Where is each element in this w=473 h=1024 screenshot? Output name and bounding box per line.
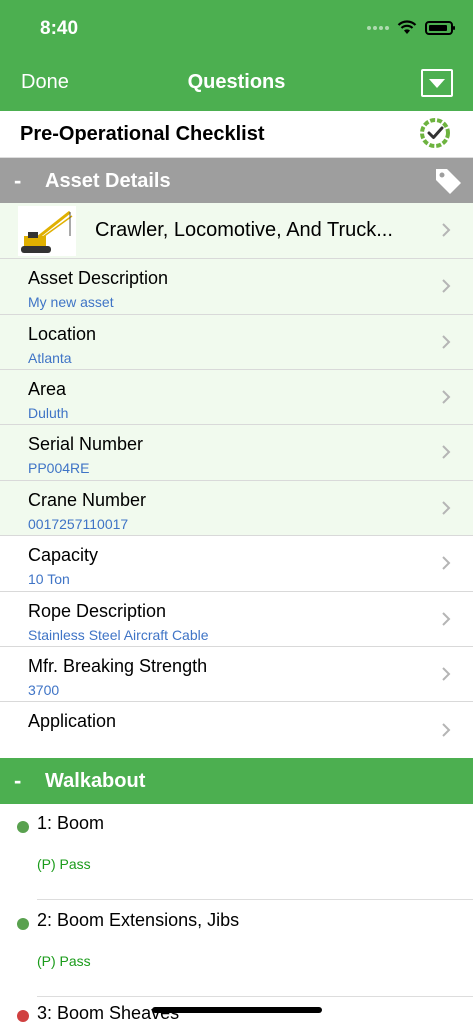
checklist-title: Pre-Operational Checklist [20,123,265,145]
row-value: 0017257110017 [28,516,129,532]
app-header: 8:40 Done Questions [0,0,473,111]
chevron-right-icon [442,223,451,237]
row-title: Crane Number [28,490,147,510]
chevron-right-icon [442,723,451,737]
location-row[interactable]: Location Atlanta [0,315,473,370]
status-icons [367,20,455,35]
tag-icon[interactable] [433,166,463,196]
walkabout-header[interactable]: - Walkabout [0,758,473,804]
battery-icon [425,20,455,35]
area-row[interactable]: Area Duluth [0,370,473,425]
status-dot [17,821,29,833]
question-result: (P) Pass [37,953,91,969]
row-title: Serial Number [28,434,144,454]
row-value: 10 Ton [28,571,70,587]
chevron-right-icon [442,390,451,404]
row-title: Mfr. Breaking Strength [28,656,208,676]
asset-description-row[interactable]: Asset Description My new asset [0,259,473,315]
collapse-toggle[interactable]: - [0,768,40,794]
cellular-signal-icon [367,25,389,30]
row-title: Rope Description [28,601,167,621]
chevron-right-icon [442,667,451,681]
question-result: (P) Pass [37,856,91,872]
done-button[interactable]: Done [21,71,69,94]
row-value: 3700 [28,682,60,698]
page-title: Questions [187,71,286,93]
chevron-right-icon [442,279,451,293]
crane-number-row[interactable]: Crane Number 0017257110017 [0,481,473,536]
row-value: Duluth [28,405,69,421]
wifi-icon [397,20,417,34]
row-value: Stainless Steel Aircraft Cable [28,627,209,643]
status-dot [17,918,29,930]
row-value: PP004RE [28,460,90,476]
row-value: My new asset [28,294,114,310]
breaking-strength-row[interactable]: Mfr. Breaking Strength 3700 [0,647,473,702]
home-indicator[interactable] [152,1007,322,1013]
checklist-bar: Pre-Operational Checklist [0,111,473,158]
question-item[interactable]: 1: Boom (P) Pass [0,803,473,900]
asset-details-header[interactable]: - Asset Details [0,158,473,204]
question-title: 2: Boom Extensions, Jibs [37,910,240,930]
status-dot [17,1010,29,1022]
chevron-right-icon [442,445,451,459]
checkmark-circle-icon [420,118,450,148]
collapse-toggle[interactable]: - [0,168,40,194]
row-title: Application [28,711,117,731]
chevron-right-icon [442,501,451,515]
dropdown-button[interactable] [421,69,453,97]
chevron-right-icon [442,556,451,570]
row-title: Asset Description [28,268,169,288]
status-time: 8:40 [40,18,79,39]
question-title: 1: Boom [37,813,105,833]
application-row[interactable]: Application [0,702,473,758]
capacity-row[interactable]: Capacity 10 Ton [0,536,473,592]
triangle-down-icon [429,78,445,88]
serial-number-row[interactable]: Serial Number PP004RE [0,425,473,481]
asset-name: Crawler, Locomotive, And Truck... [95,219,393,241]
question-item[interactable]: 2: Boom Extensions, Jibs (P) Pass [0,900,473,997]
row-title: Capacity [28,545,99,565]
asset-row[interactable]: Crawler, Locomotive, And Truck... [0,203,473,259]
chevron-right-icon [442,612,451,626]
crawler-crane-icon [18,206,76,256]
section-label: Walkabout [45,769,146,792]
chevron-right-icon [442,335,451,349]
row-title: Location [28,324,97,344]
row-title: Area [28,379,67,399]
row-value: Atlanta [28,350,72,366]
rope-description-row[interactable]: Rope Description Stainless Steel Aircraf… [0,592,473,647]
section-label: Asset Details [45,169,171,192]
